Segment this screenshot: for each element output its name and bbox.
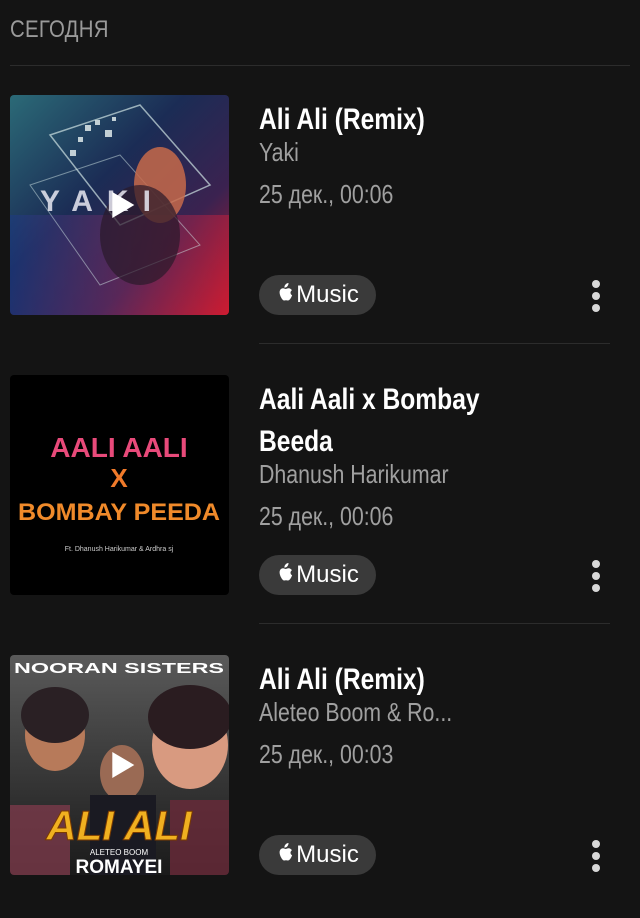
list-item[interactable]: AALI AALI X BOMBAY PEEDA Ft. Dhanush Har… bbox=[0, 375, 640, 624]
art-text: ALI ALI bbox=[45, 802, 193, 849]
album-art-bombay: AALI AALI X BOMBAY PEEDA Ft. Dhanush Har… bbox=[10, 375, 229, 595]
track-title[interactable]: Ali Ali (Remix) bbox=[259, 659, 480, 701]
apple-icon bbox=[279, 563, 293, 581]
list-item[interactable]: YAKI Ali Ali (Remix) Yaki 25 дек., 00:06… bbox=[0, 95, 640, 344]
badge-label: Music bbox=[296, 561, 359, 588]
art-text: ROMAYEI bbox=[76, 857, 163, 875]
play-icon[interactable] bbox=[111, 752, 134, 778]
track-artist[interactable]: Yaki bbox=[259, 137, 299, 168]
track-date: 25 дек., 00:06 bbox=[259, 179, 394, 209]
album-art[interactable]: YAKI bbox=[10, 95, 229, 315]
badge-label: Music bbox=[296, 841, 359, 868]
track-title[interactable]: Ali Ali (Remix) bbox=[259, 99, 480, 141]
more-options-icon[interactable] bbox=[584, 838, 608, 874]
section-divider bbox=[10, 65, 630, 66]
track-date: 25 дек., 00:06 bbox=[259, 501, 394, 531]
art-text: ALETEO BOOM bbox=[90, 848, 149, 857]
more-options-icon[interactable] bbox=[584, 558, 608, 594]
apple-icon bbox=[279, 283, 293, 301]
art-text: YAKI bbox=[40, 185, 165, 218]
apple-icon bbox=[279, 843, 293, 861]
album-art[interactable]: NOORAN SISTERS ALI ALI ALETEO BOOM ROMAY… bbox=[10, 655, 229, 875]
art-text: BOMBAY PEEDA bbox=[18, 499, 220, 526]
play-icon[interactable] bbox=[111, 192, 134, 218]
art-credit: Ft. Dhanush Harikumar & Ardhra sj bbox=[65, 546, 174, 553]
art-text: NOORAN SISTERS bbox=[14, 660, 224, 677]
section-header: СЕГОДНЯ bbox=[10, 16, 109, 43]
apple-music-button[interactable]: Music bbox=[259, 555, 376, 595]
track-artist[interactable]: Dhanush Harikumar bbox=[259, 459, 449, 490]
art-text: AALI AALI bbox=[50, 432, 187, 463]
list-item[interactable]: NOORAN SISTERS ALI ALI ALETEO BOOM ROMAY… bbox=[0, 655, 640, 895]
art-text: X bbox=[110, 463, 128, 493]
item-divider bbox=[259, 343, 610, 344]
more-options-icon[interactable] bbox=[584, 278, 608, 314]
album-art[interactable]: AALI AALI X BOMBAY PEEDA Ft. Dhanush Har… bbox=[10, 375, 229, 595]
track-date: 25 дек., 00:03 bbox=[259, 739, 394, 769]
track-artist[interactable]: Aleteo Boom & Ro... bbox=[259, 697, 452, 728]
apple-music-button[interactable]: Music bbox=[259, 835, 376, 875]
track-title[interactable]: Aali Aali x Bombay Beeda bbox=[259, 379, 480, 463]
item-divider bbox=[259, 623, 610, 624]
apple-music-button[interactable]: Music bbox=[259, 275, 376, 315]
badge-label: Music bbox=[296, 281, 359, 308]
